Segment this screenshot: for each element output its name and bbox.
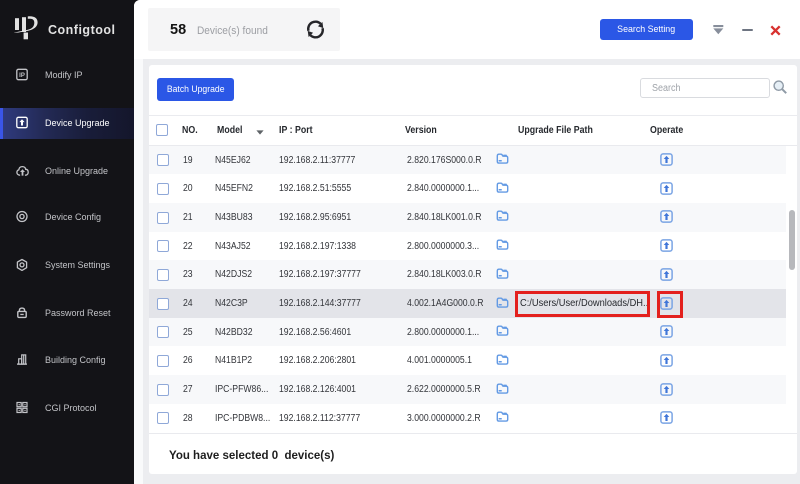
svg-text:IP: IP bbox=[19, 72, 25, 78]
